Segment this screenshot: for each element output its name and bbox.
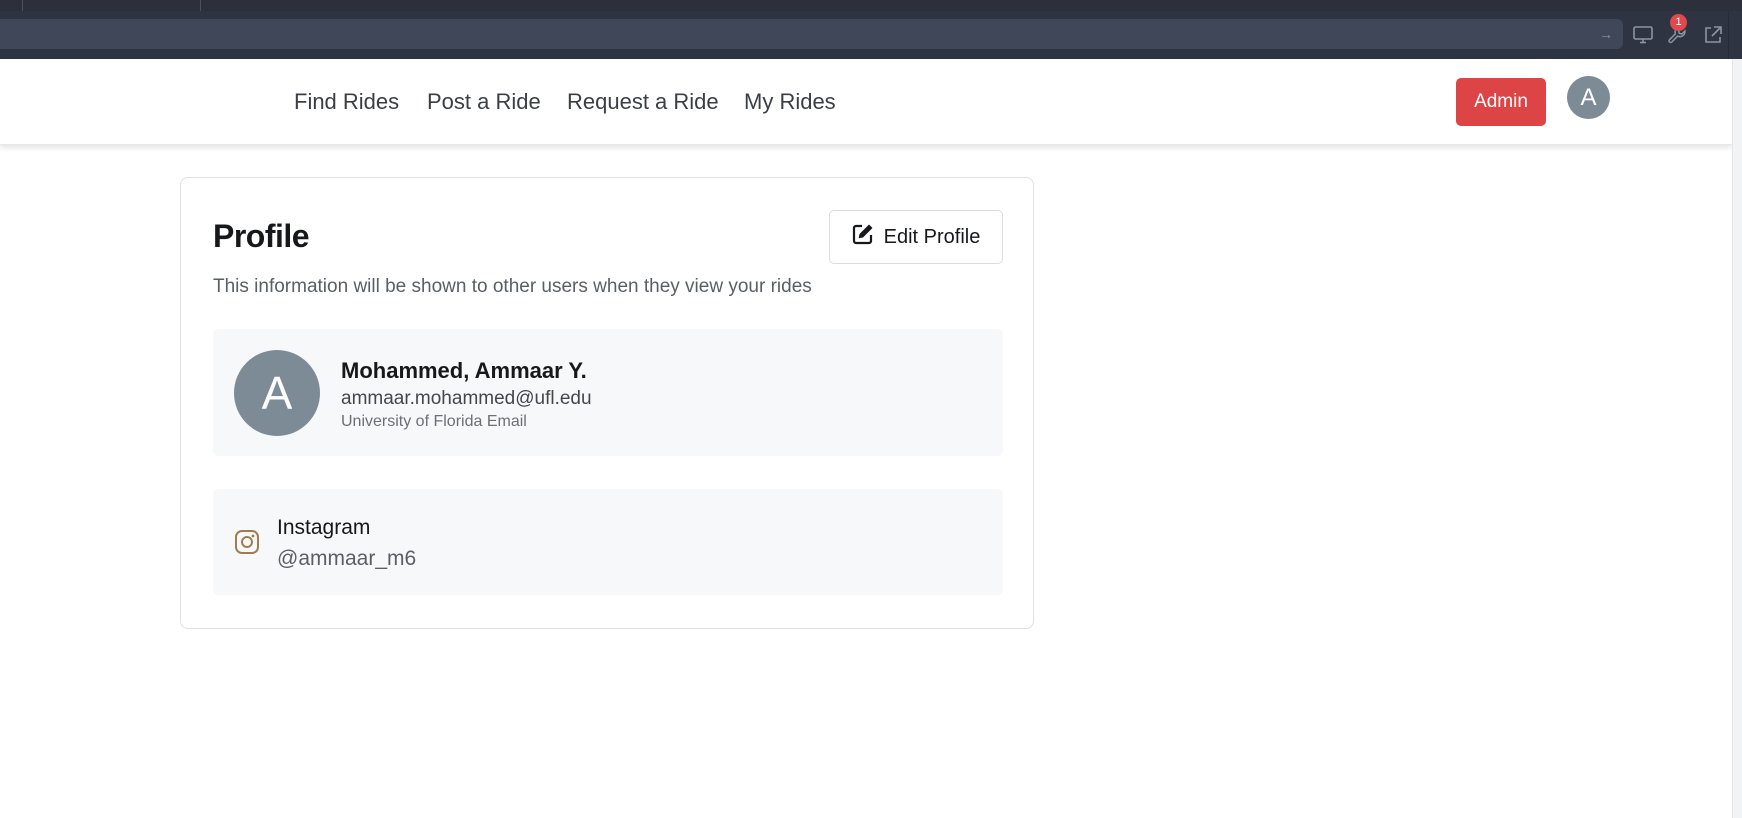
nav-find-rides[interactable]: Find Rides [294,89,399,115]
page: Find Rides Post a Ride Request a Ride My… [0,59,1732,818]
nav-my-rides[interactable]: My Rides [744,89,836,115]
notification-badge: 1 [1670,14,1687,31]
social-panel: Instagram @ammaar_m6 [213,489,1003,595]
profile-description: This information will be shown to other … [213,276,812,297]
user-email-label: University of Florida Email [341,413,527,430]
tab-divider [22,0,23,11]
browser-tab-strip [0,0,1742,11]
tab-divider [200,0,201,11]
admin-button[interactable]: Admin [1456,78,1546,126]
user-info-panel: A Mohammed, Ammaar Y. ammaar.mohammed@uf… [213,329,1003,456]
social-platform-name: Instagram [277,516,371,539]
nav-request-a-ride[interactable]: Request a Ride [567,89,719,115]
user-avatar: A [234,350,320,436]
avatar[interactable]: A [1567,76,1610,119]
edit-icon [852,223,874,251]
nav-post-a-ride[interactable]: Post a Ride [427,89,541,115]
browser-toolbar: → 1 [0,11,1742,59]
monitor-icon[interactable] [1630,22,1656,48]
user-name: Mohammed, Ammaar Y. [341,358,587,383]
social-handle: @ammaar_m6 [277,547,417,570]
address-bar[interactable]: → [0,19,1623,49]
navbar: Find Rides Post a Ride Request a Ride My… [0,59,1732,145]
profile-card: Profile Edit Profile This information wi… [180,177,1034,629]
arrow-right-icon[interactable]: → [1597,25,1615,43]
external-link-icon[interactable] [1700,22,1726,48]
page-title: Profile [213,218,310,254]
instagram-icon [234,529,260,555]
edit-profile-label: Edit Profile [883,225,981,248]
toolbar-separator [1728,11,1729,59]
scrollbar[interactable] [1732,59,1742,818]
edit-profile-button[interactable]: Edit Profile [829,210,1003,264]
user-email: ammaar.mohammed@ufl.edu [341,388,592,409]
